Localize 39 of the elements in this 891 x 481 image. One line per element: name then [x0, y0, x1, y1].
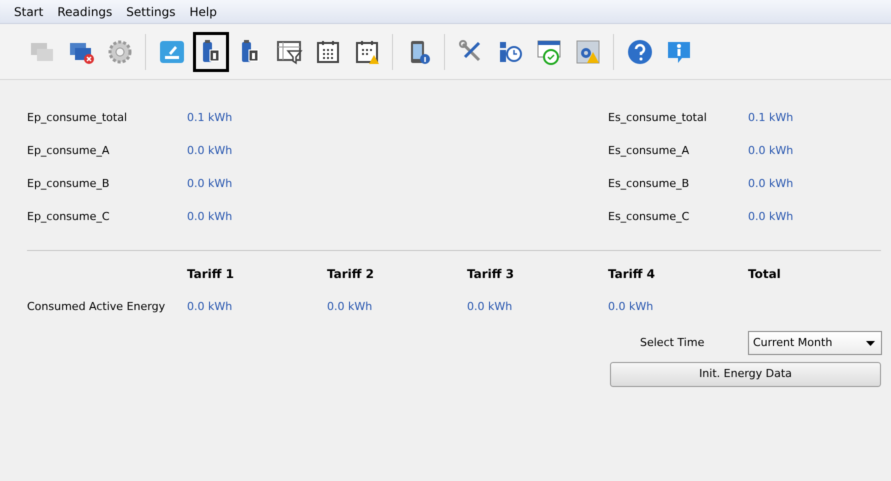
field-label: Ep_consume_C	[27, 209, 111, 225]
field-value: 0.1 kWh	[187, 110, 234, 126]
field-label: Es_consume_C	[608, 209, 690, 225]
menu-item[interactable]: Settings	[120, 0, 182, 22]
table-cell-text: 0.0 kWh	[327, 299, 374, 315]
calendar-clock-icon	[535, 38, 563, 66]
time-dropdown[interactable]: Current Month	[748, 331, 882, 355]
table-cell-text: 0.0 kWh	[608, 299, 654, 315]
field-value: 0.0 kWh	[748, 143, 794, 159]
column-header: Tariff 3	[467, 266, 516, 283]
field-label: Ep_consume_total	[27, 110, 128, 126]
field-label: Es_consume_A	[608, 143, 690, 159]
column-header: Tariff 1	[187, 266, 236, 283]
caret-icon	[866, 340, 875, 346]
column-header: Total	[748, 266, 782, 283]
table-cell-text: 0.0 kWh	[187, 299, 234, 315]
menu-item[interactable]: Help	[184, 0, 223, 22]
column-header: Tariff 2	[327, 266, 376, 283]
field-label: Ep_consume_B	[27, 176, 110, 192]
menu-item[interactable]: Start	[8, 0, 50, 22]
gear-icon	[106, 38, 134, 66]
menu-item[interactable]: Readings	[51, 0, 118, 22]
field-label: Es_consume_B	[608, 176, 690, 192]
toolbar-button[interactable]	[193, 32, 229, 72]
field-value: 0.0 kWh	[187, 176, 234, 192]
column-header: Tariff 4	[608, 266, 656, 283]
field-value: 0.0 kWh	[748, 176, 794, 192]
settings-warning-icon	[574, 38, 602, 66]
row-label: Consumed Active Energy	[27, 299, 166, 315]
select-time-label: Select Time	[639, 335, 706, 351]
field-value: 0.0 kWh	[748, 209, 794, 225]
table-cell-text: 0.0 kWh	[467, 299, 514, 315]
field-label: Ep_consume_A	[27, 143, 110, 159]
field-value: 0.0 kWh	[187, 143, 234, 159]
init-button[interactable]: Init. Energy Data	[610, 362, 881, 387]
field-value: 0.0 kWh	[187, 209, 234, 225]
help-icon	[626, 38, 654, 66]
field-value: 0.1 kWh	[748, 110, 794, 126]
field-label: Es_consume_total	[608, 110, 708, 126]
